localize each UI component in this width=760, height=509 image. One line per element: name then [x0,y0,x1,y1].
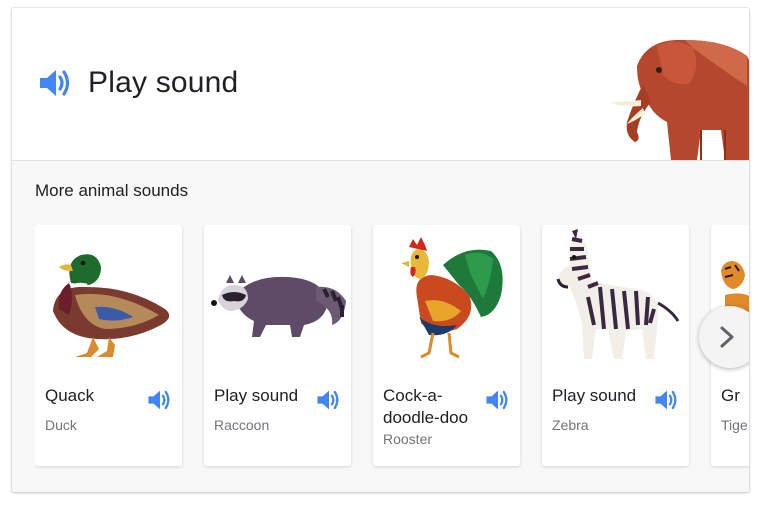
animal-carousel: Quack Duck Play sound Raccoon Cock-a-doo… [35,225,749,475]
animal-sound-label: Quack [45,386,95,405]
animal-sound-label: Play sound [214,386,299,405]
animal-tile-raccoon[interactable]: Play sound Raccoon [204,225,351,466]
animal-name: Tige [721,417,748,433]
animal-name: Duck [45,417,77,433]
hero-play-sound-button[interactable]: Play sound [38,66,238,100]
hero-play-sound-label: Play sound [88,66,239,99]
speaker-icon[interactable] [485,388,511,412]
animal-sound-label: Play sound [552,386,637,405]
rooster-illustration [401,237,503,359]
animal-sound-label: Gr [721,386,740,405]
speaker-icon[interactable] [316,388,342,412]
zebra-illustration [556,229,680,359]
hero-panel: Play sound [12,8,749,161]
raccoon-illustration [211,275,346,337]
duck-illustration [53,254,170,357]
elephant-illustration [611,39,749,160]
animal-sound-label: Cock-a-doodle-doo [383,386,469,427]
animal-sounds-card: Play sound More animal sounds Quack Duck… [12,8,749,492]
animal-name: Zebra [552,417,589,433]
animal-name: Rooster [383,431,433,447]
chevron-right-icon [720,326,734,348]
speaker-icon[interactable] [38,67,74,99]
animal-tile-zebra[interactable]: Play sound Zebra [542,225,689,466]
section-title: More animal sounds [35,181,189,200]
speaker-icon[interactable] [654,388,680,412]
animal-name: Raccoon [214,417,270,433]
animal-tile-duck[interactable]: Quack Duck [35,225,182,466]
speaker-icon[interactable] [147,388,173,412]
animal-tile-rooster[interactable]: Cock-a-doodle-doo Rooster [373,225,520,466]
